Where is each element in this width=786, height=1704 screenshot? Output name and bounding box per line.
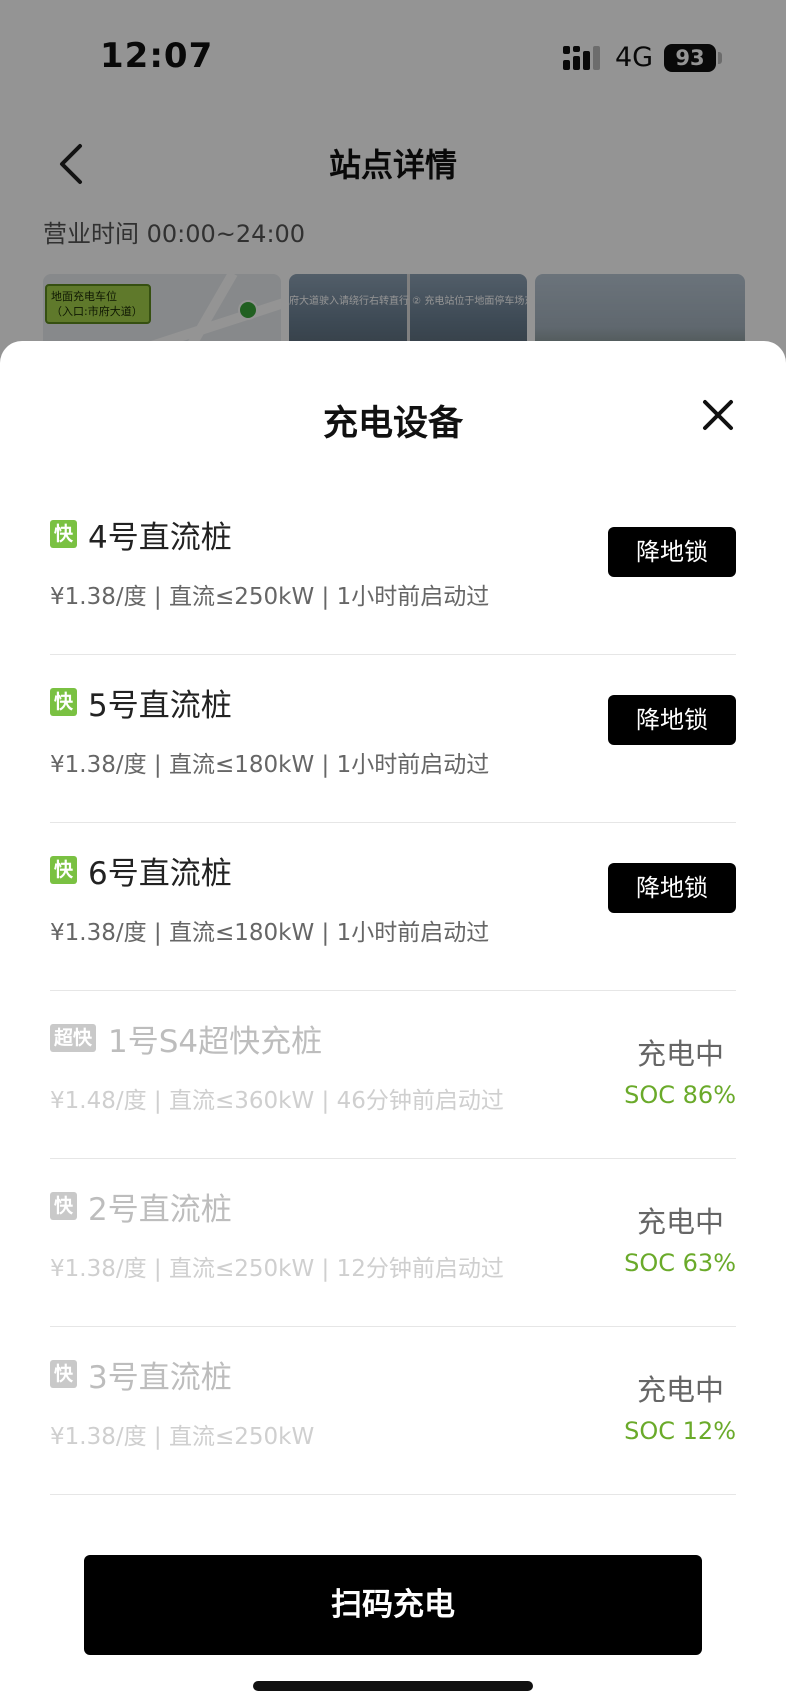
fast-badge: 快 (50, 688, 78, 716)
charging-status: 充电中 (636, 1037, 724, 1071)
pile-name: 3号直流桩 (88, 1360, 232, 1396)
pile-name: 2号直流桩 (88, 1192, 232, 1228)
pile-info: ¥1.38/度 | 直流≤180kW | 1小时前启动过 (50, 752, 490, 778)
pile-row[interactable]: 快 6号直流桩 ¥1.38/度 | 直流≤180kW | 1小时前启动过 降地锁 (50, 823, 736, 991)
pile-row[interactable]: 快 5号直流桩 ¥1.38/度 | 直流≤180kW | 1小时前启动过 降地锁 (50, 655, 736, 823)
pile-name: 1号S4超快充桩 (108, 1024, 323, 1060)
close-icon[interactable] (700, 397, 736, 433)
ultra-fast-badge: 超快 (50, 1024, 97, 1052)
fast-badge: 快 (50, 520, 78, 548)
pile-info: ¥1.38/度 | 直流≤250kW (50, 1424, 315, 1450)
fast-badge: 快 (50, 856, 78, 884)
pile-info: ¥1.38/度 | 直流≤250kW | 12分钟前启动过 (50, 1256, 504, 1282)
soc-value: SOC 63% (624, 1249, 736, 1277)
charging-status: 充电中 (636, 1373, 724, 1407)
pile-info: ¥1.38/度 | 直流≤180kW | 1小时前启动过 (50, 920, 490, 946)
scan-to-charge-button[interactable]: 扫码充电 (84, 1555, 702, 1655)
pile-row: 快 2号直流桩 ¥1.38/度 | 直流≤250kW | 12分钟前启动过 充电… (50, 1159, 736, 1327)
soc-value: SOC 86% (624, 1081, 736, 1109)
pile-row: 快 3号直流桩 ¥1.38/度 | 直流≤250kW 充电中 SOC 12% (50, 1327, 736, 1495)
pile-name: 4号直流桩 (88, 520, 232, 556)
sheet-title: 充电设备 (322, 404, 463, 444)
lower-lock-button[interactable]: 降地锁 (608, 695, 736, 745)
home-indicator (253, 1681, 533, 1691)
charging-status: 充电中 (636, 1205, 724, 1239)
lower-lock-button[interactable]: 降地锁 (608, 863, 736, 913)
pile-row[interactable]: 快 4号直流桩 ¥1.38/度 | 直流≤250kW | 1小时前启动过 降地锁 (50, 487, 736, 655)
soc-value: SOC 12% (624, 1417, 736, 1445)
modal-backdrop[interactable] (0, 0, 786, 380)
pile-name: 6号直流桩 (88, 856, 232, 892)
pile-info: ¥1.48/度 | 直流≤360kW | 46分钟前启动过 (50, 1088, 504, 1114)
pile-list: 快 4号直流桩 ¥1.38/度 | 直流≤250kW | 1小时前启动过 降地锁… (50, 487, 736, 1495)
pile-row: 超快 1号S4超快充桩 ¥1.48/度 | 直流≤360kW | 46分钟前启动… (50, 991, 736, 1159)
pile-info: ¥1.38/度 | 直流≤250kW | 1小时前启动过 (50, 584, 490, 610)
fast-badge: 快 (50, 1360, 78, 1388)
fast-badge: 快 (50, 1192, 78, 1220)
pile-name: 5号直流桩 (88, 688, 232, 724)
charging-equipment-sheet: 充电设备 快 4号直流桩 ¥1.38/度 | 直流≤250kW | 1小时前启动… (0, 341, 786, 1704)
lower-lock-button[interactable]: 降地锁 (608, 527, 736, 577)
